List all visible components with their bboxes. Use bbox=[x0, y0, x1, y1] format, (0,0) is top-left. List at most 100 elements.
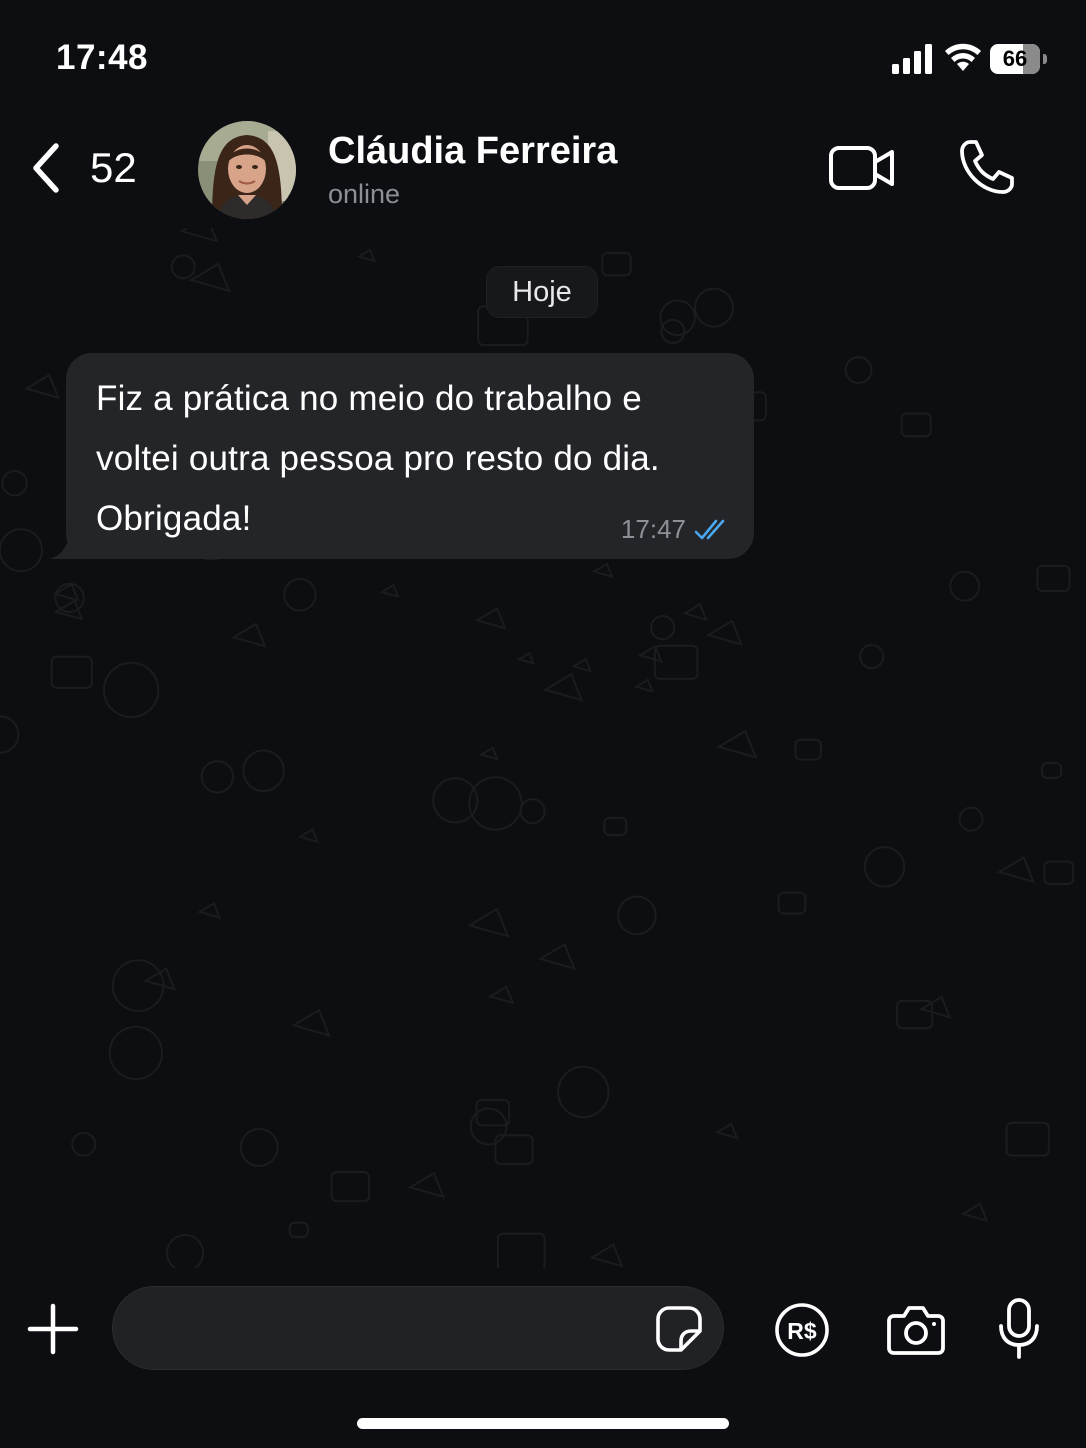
microphone-icon bbox=[999, 1298, 1039, 1359]
wallpaper-doodle bbox=[794, 738, 822, 761]
message-time: 17:47 bbox=[620, 514, 686, 544]
wallpaper-doodle bbox=[591, 562, 614, 579]
wallpaper-doodle bbox=[53, 599, 84, 621]
chevron-left-icon bbox=[33, 143, 59, 193]
incoming-message-bubble[interactable]: Fiz a prática no meio do trabalho e volt… bbox=[50, 353, 754, 559]
wallpaper-doodle bbox=[197, 901, 222, 920]
wallpaper-doodle bbox=[166, 1234, 205, 1268]
wallpaper-doodle bbox=[0, 528, 43, 573]
wallpaper-doodle bbox=[659, 299, 696, 337]
wallpaper-doodle bbox=[650, 615, 676, 641]
wallpaper-doodle bbox=[356, 248, 377, 263]
wallpaper-doodle bbox=[960, 1202, 989, 1223]
wallpaper-doodle bbox=[694, 287, 734, 328]
wallpaper-doodle bbox=[637, 644, 663, 663]
camera-icon bbox=[887, 1306, 945, 1355]
wallpaper-doodle bbox=[200, 760, 234, 794]
wallpaper-doodle bbox=[589, 1243, 624, 1268]
video-camera-icon bbox=[829, 146, 894, 190]
message-meta: 17:47 bbox=[621, 514, 732, 545]
double-check-icon bbox=[694, 519, 725, 539]
status-time: 17:48 bbox=[56, 38, 149, 77]
wallpaper-doodle bbox=[487, 985, 515, 1005]
wallpaper-doodle bbox=[542, 672, 584, 702]
wallpaper-doodle bbox=[660, 318, 686, 345]
wallpaper-doodle bbox=[188, 262, 231, 293]
wallpaper-doodle bbox=[617, 895, 657, 936]
wallpaper-doodle bbox=[291, 1008, 331, 1038]
wallpaper-doodle bbox=[242, 749, 285, 793]
wallpaper-doodle bbox=[603, 816, 628, 836]
battery-level: 66 bbox=[1002, 46, 1028, 71]
voice-call-button[interactable] bbox=[958, 138, 1016, 196]
payment-button[interactable]: R$ bbox=[774, 1302, 830, 1358]
sticker-button[interactable] bbox=[655, 1305, 703, 1353]
message-input[interactable] bbox=[112, 1286, 724, 1370]
unread-count: 52 bbox=[90, 144, 137, 191]
back-button[interactable]: 52 bbox=[26, 132, 156, 204]
input-bar: R$ bbox=[0, 1268, 1086, 1448]
payment-label: R$ bbox=[787, 1318, 817, 1344]
wallpaper-doodle bbox=[239, 1128, 279, 1167]
battery-icon: 66 bbox=[990, 44, 1048, 74]
wallpaper-doodle bbox=[844, 356, 873, 385]
wallpaper-doodle bbox=[571, 657, 593, 673]
wallpaper-doodle bbox=[467, 907, 510, 938]
wallpaper-doodle bbox=[557, 1065, 610, 1119]
battery-tip bbox=[1043, 54, 1047, 64]
wallpaper-doodle bbox=[432, 777, 479, 824]
battery-body: 66 bbox=[990, 44, 1040, 74]
date-separator: Hoje bbox=[486, 266, 598, 318]
status-bar: 17:48 66 bbox=[0, 0, 1086, 110]
wallpaper-doodle bbox=[231, 622, 267, 648]
wallpaper-doodle bbox=[1043, 860, 1075, 885]
wifi-icon bbox=[945, 43, 981, 71]
wallpaper-doodle bbox=[496, 1232, 546, 1268]
contact-info[interactable]: Cláudia Ferreira online bbox=[328, 128, 748, 214]
wallpaper-doodle bbox=[705, 619, 744, 646]
wallpaper-doodle bbox=[379, 583, 400, 599]
wallpaper-doodle bbox=[900, 412, 932, 438]
wallpaper-doodle bbox=[682, 602, 708, 622]
wallpaper-doodle bbox=[1041, 762, 1063, 779]
payment-real-icon: R$ bbox=[775, 1303, 829, 1357]
attach-button[interactable] bbox=[26, 1302, 80, 1356]
wallpaper-doodle bbox=[777, 891, 807, 915]
avatar[interactable] bbox=[198, 121, 296, 219]
home-indicator[interactable] bbox=[357, 1418, 729, 1429]
wallpaper-doodle bbox=[71, 1131, 97, 1157]
sticker-icon bbox=[656, 1306, 702, 1352]
wallpaper-doodle bbox=[859, 644, 885, 670]
wallpaper-doodle bbox=[170, 254, 196, 280]
wallpaper-doodle bbox=[519, 798, 546, 825]
wallpaper-doodle bbox=[24, 373, 61, 400]
wallpaper-doodle bbox=[297, 827, 320, 844]
wallpaper-doodle bbox=[330, 1170, 371, 1203]
cellular-signal-icon bbox=[892, 44, 932, 74]
plus-icon bbox=[27, 1303, 79, 1355]
wallpaper-doodle bbox=[111, 959, 165, 1012]
phone-icon bbox=[960, 140, 1014, 194]
wallpaper-doodle bbox=[716, 729, 758, 759]
wallpaper-doodle bbox=[949, 570, 981, 602]
microphone-button[interactable] bbox=[998, 1298, 1040, 1360]
wallpaper-doodle bbox=[478, 746, 499, 761]
chat-header: 52 Cláudia Ferreira online bbox=[0, 110, 1086, 228]
wallpaper-doodle bbox=[50, 655, 93, 689]
wallpaper-doodle bbox=[601, 252, 632, 277]
wallpaper-doodle bbox=[537, 942, 576, 971]
message-text-line: voltei outra pessoa pro resto do dia. bbox=[96, 439, 660, 478]
bubble-tail bbox=[50, 525, 90, 559]
wallpaper-doodle bbox=[52, 582, 80, 602]
video-call-button[interactable] bbox=[828, 142, 896, 194]
wallpaper-doodle bbox=[474, 606, 507, 630]
wallpaper-doodle bbox=[1036, 564, 1071, 592]
wallpaper-doodle bbox=[653, 644, 699, 680]
contact-status: online bbox=[328, 179, 401, 209]
message-text-field[interactable] bbox=[137, 1287, 641, 1369]
wallpaper-doodle bbox=[1, 469, 28, 497]
wallpaper-doodle bbox=[283, 577, 317, 612]
wallpaper-doodle bbox=[996, 856, 1036, 884]
chat-area[interactable]: Hoje Fiz a prática no meio do trabalho e… bbox=[0, 228, 1086, 1268]
camera-button[interactable] bbox=[886, 1304, 946, 1356]
